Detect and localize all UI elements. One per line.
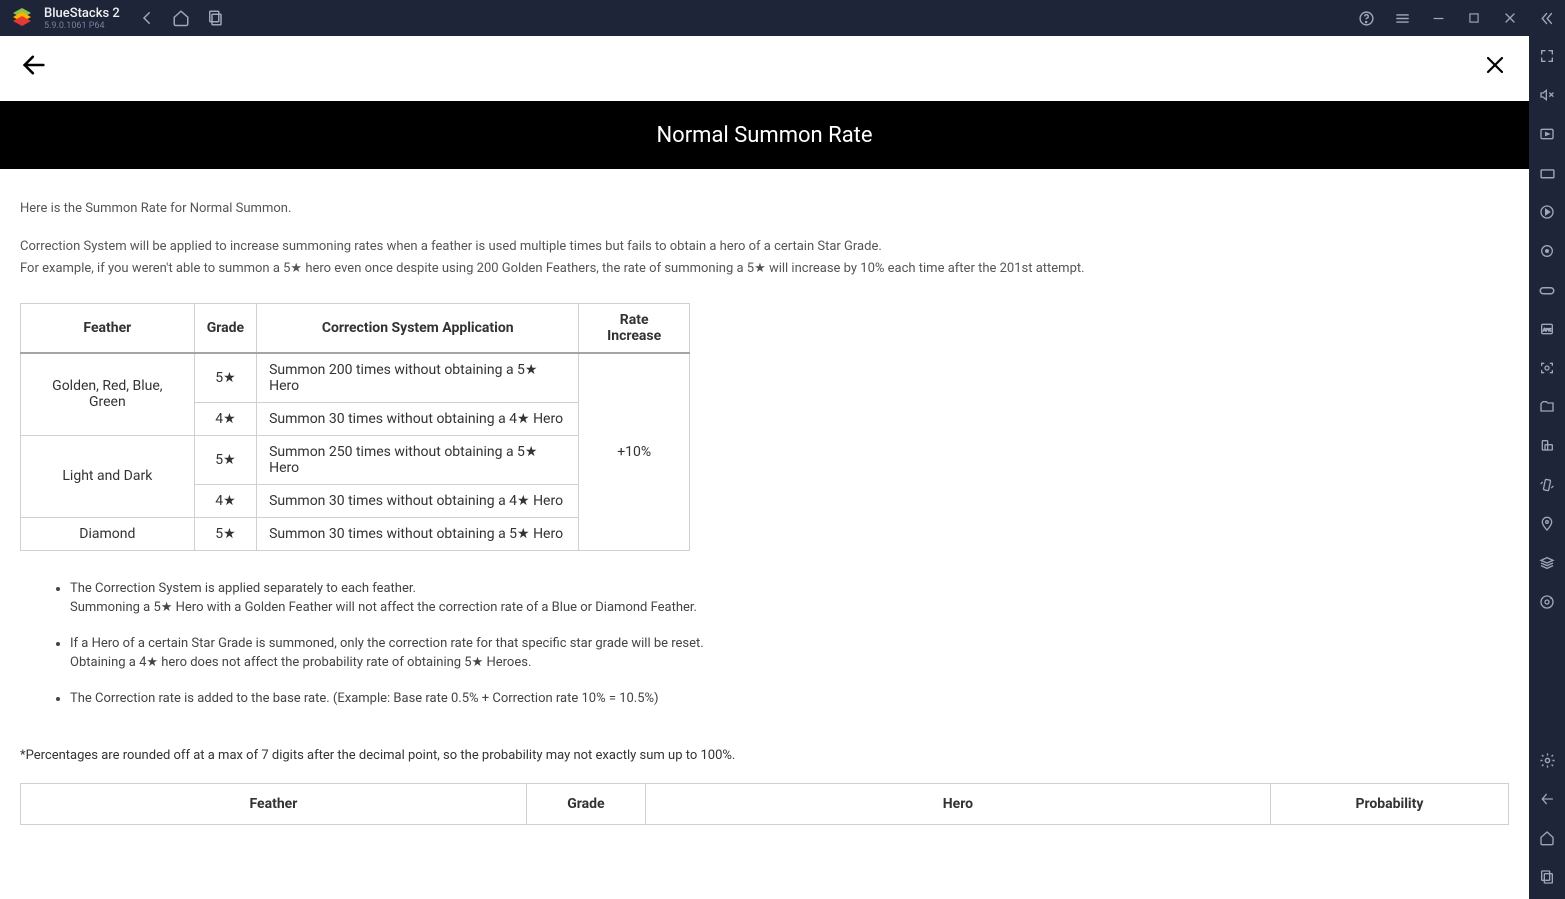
- rates-table: Feather Grade Hero Probability: [20, 783, 1509, 825]
- toolbar-home-icon[interactable]: [1537, 828, 1557, 848]
- help-icon[interactable]: [1357, 9, 1375, 27]
- rates-col-grade: Grade: [526, 784, 645, 825]
- multi-instance-icon[interactable]: [1537, 553, 1557, 573]
- col-application: Correction System Application: [257, 303, 579, 353]
- nav-home-icon[interactable]: [172, 9, 190, 27]
- keyboard-icon[interactable]: [1537, 163, 1557, 183]
- list-item: If a Hero of a certain Star Grade is sum…: [70, 634, 1509, 673]
- minimize-icon[interactable]: [1429, 9, 1447, 27]
- volume-icon[interactable]: [1537, 85, 1557, 105]
- close-icon[interactable]: [1501, 9, 1519, 27]
- cell-feather: Light and Dark: [21, 435, 195, 517]
- window-title-bar: BlueStacks 2 5.9.0.1061 P64: [0, 0, 1565, 36]
- nav-back-icon[interactable]: [138, 9, 156, 27]
- title-nav-group: [138, 9, 224, 27]
- page-body[interactable]: Here is the Summon Rate for Normal Summo…: [0, 169, 1529, 899]
- eco-mode-icon[interactable]: [1537, 592, 1557, 612]
- notes-list: The Correction System is applied separat…: [70, 579, 1509, 709]
- bluestacks-logo-icon: [10, 6, 34, 30]
- toolbar-recents-icon[interactable]: [1537, 867, 1557, 887]
- cell-grade: 5★: [194, 435, 256, 484]
- side-toolbar: APK: [1529, 36, 1565, 899]
- macro-record-icon[interactable]: [1537, 202, 1557, 222]
- maximize-icon[interactable]: [1465, 9, 1483, 27]
- cell-feather: Diamond: [21, 517, 195, 550]
- cell-rate: +10%: [579, 353, 690, 551]
- page-title-banner: Normal Summon Rate: [0, 101, 1529, 169]
- rotate-icon[interactable]: [1537, 436, 1557, 456]
- title-text-block: BlueStacks 2 5.9.0.1061 P64: [44, 6, 120, 31]
- app-back-arrow-icon[interactable]: [20, 51, 48, 86]
- nav-recents-icon[interactable]: [206, 9, 224, 27]
- cell-grade: 4★: [194, 402, 256, 435]
- fullscreen-icon[interactable]: [1537, 46, 1557, 66]
- cell-application: Summon 200 times without obtaining a 5★ …: [257, 353, 579, 403]
- svg-text:APK: APK: [1543, 327, 1551, 332]
- cell-feather: Golden, Red, Blue, Green: [21, 353, 195, 436]
- rates-col-hero: Hero: [645, 784, 1270, 825]
- app-header: [0, 36, 1529, 101]
- correction-table: Feather Grade Correction System Applicat…: [20, 303, 690, 551]
- location-icon[interactable]: [1537, 514, 1557, 534]
- settings-icon[interactable]: [1537, 750, 1557, 770]
- screenshot-icon[interactable]: [1537, 358, 1557, 378]
- cell-application: Summon 30 times without obtaining a 4★ H…: [257, 402, 579, 435]
- cell-grade: 5★: [194, 517, 256, 550]
- cell-application: Summon 250 times without obtaining a 5★ …: [257, 435, 579, 484]
- col-rate: Rate Increase: [579, 303, 690, 353]
- rates-col-probability: Probability: [1270, 784, 1508, 825]
- cell-application: Summon 30 times without obtaining a 5★ H…: [257, 517, 579, 550]
- list-item: The Correction rate is added to the base…: [70, 689, 1509, 709]
- menu-icon[interactable]: [1393, 9, 1411, 27]
- app-name: BlueStacks 2: [44, 6, 120, 21]
- app-close-icon[interactable]: [1483, 53, 1507, 84]
- cell-grade: 4★: [194, 484, 256, 517]
- app-version: 5.9.0.1061 P64: [44, 21, 120, 31]
- cell-grade: 5★: [194, 353, 256, 403]
- desc-line-2: For example, if you weren't able to summ…: [20, 259, 1509, 279]
- toolbar-back-icon[interactable]: [1537, 789, 1557, 809]
- app-viewport: Normal Summon Rate Here is the Summon Ra…: [0, 36, 1529, 899]
- window-controls: [1357, 9, 1555, 27]
- media-folder-icon[interactable]: [1537, 397, 1557, 417]
- keymap-icon[interactable]: [1537, 124, 1557, 144]
- desc-line-1: Correction System will be applied to inc…: [20, 237, 1509, 257]
- sync-icon[interactable]: [1537, 241, 1557, 261]
- intro-text: Here is the Summon Rate for Normal Summo…: [20, 199, 1509, 219]
- col-feather: Feather: [21, 303, 195, 353]
- gamepad-icon[interactable]: [1537, 280, 1557, 300]
- page-title: Normal Summon Rate: [656, 123, 872, 148]
- list-item: The Correction System is applied separat…: [70, 579, 1509, 618]
- cell-application: Summon 30 times without obtaining a 4★ H…: [257, 484, 579, 517]
- rates-col-feather: Feather: [21, 784, 527, 825]
- apk-install-icon[interactable]: APK: [1537, 319, 1557, 339]
- footnote: *Percentages are rounded off at a max of…: [20, 748, 1509, 763]
- shake-icon[interactable]: [1537, 475, 1557, 495]
- collapse-sidebar-icon[interactable]: [1537, 9, 1555, 27]
- col-grade: Grade: [194, 303, 256, 353]
- table-row: Golden, Red, Blue, Green 5★ Summon 200 t…: [21, 353, 690, 403]
